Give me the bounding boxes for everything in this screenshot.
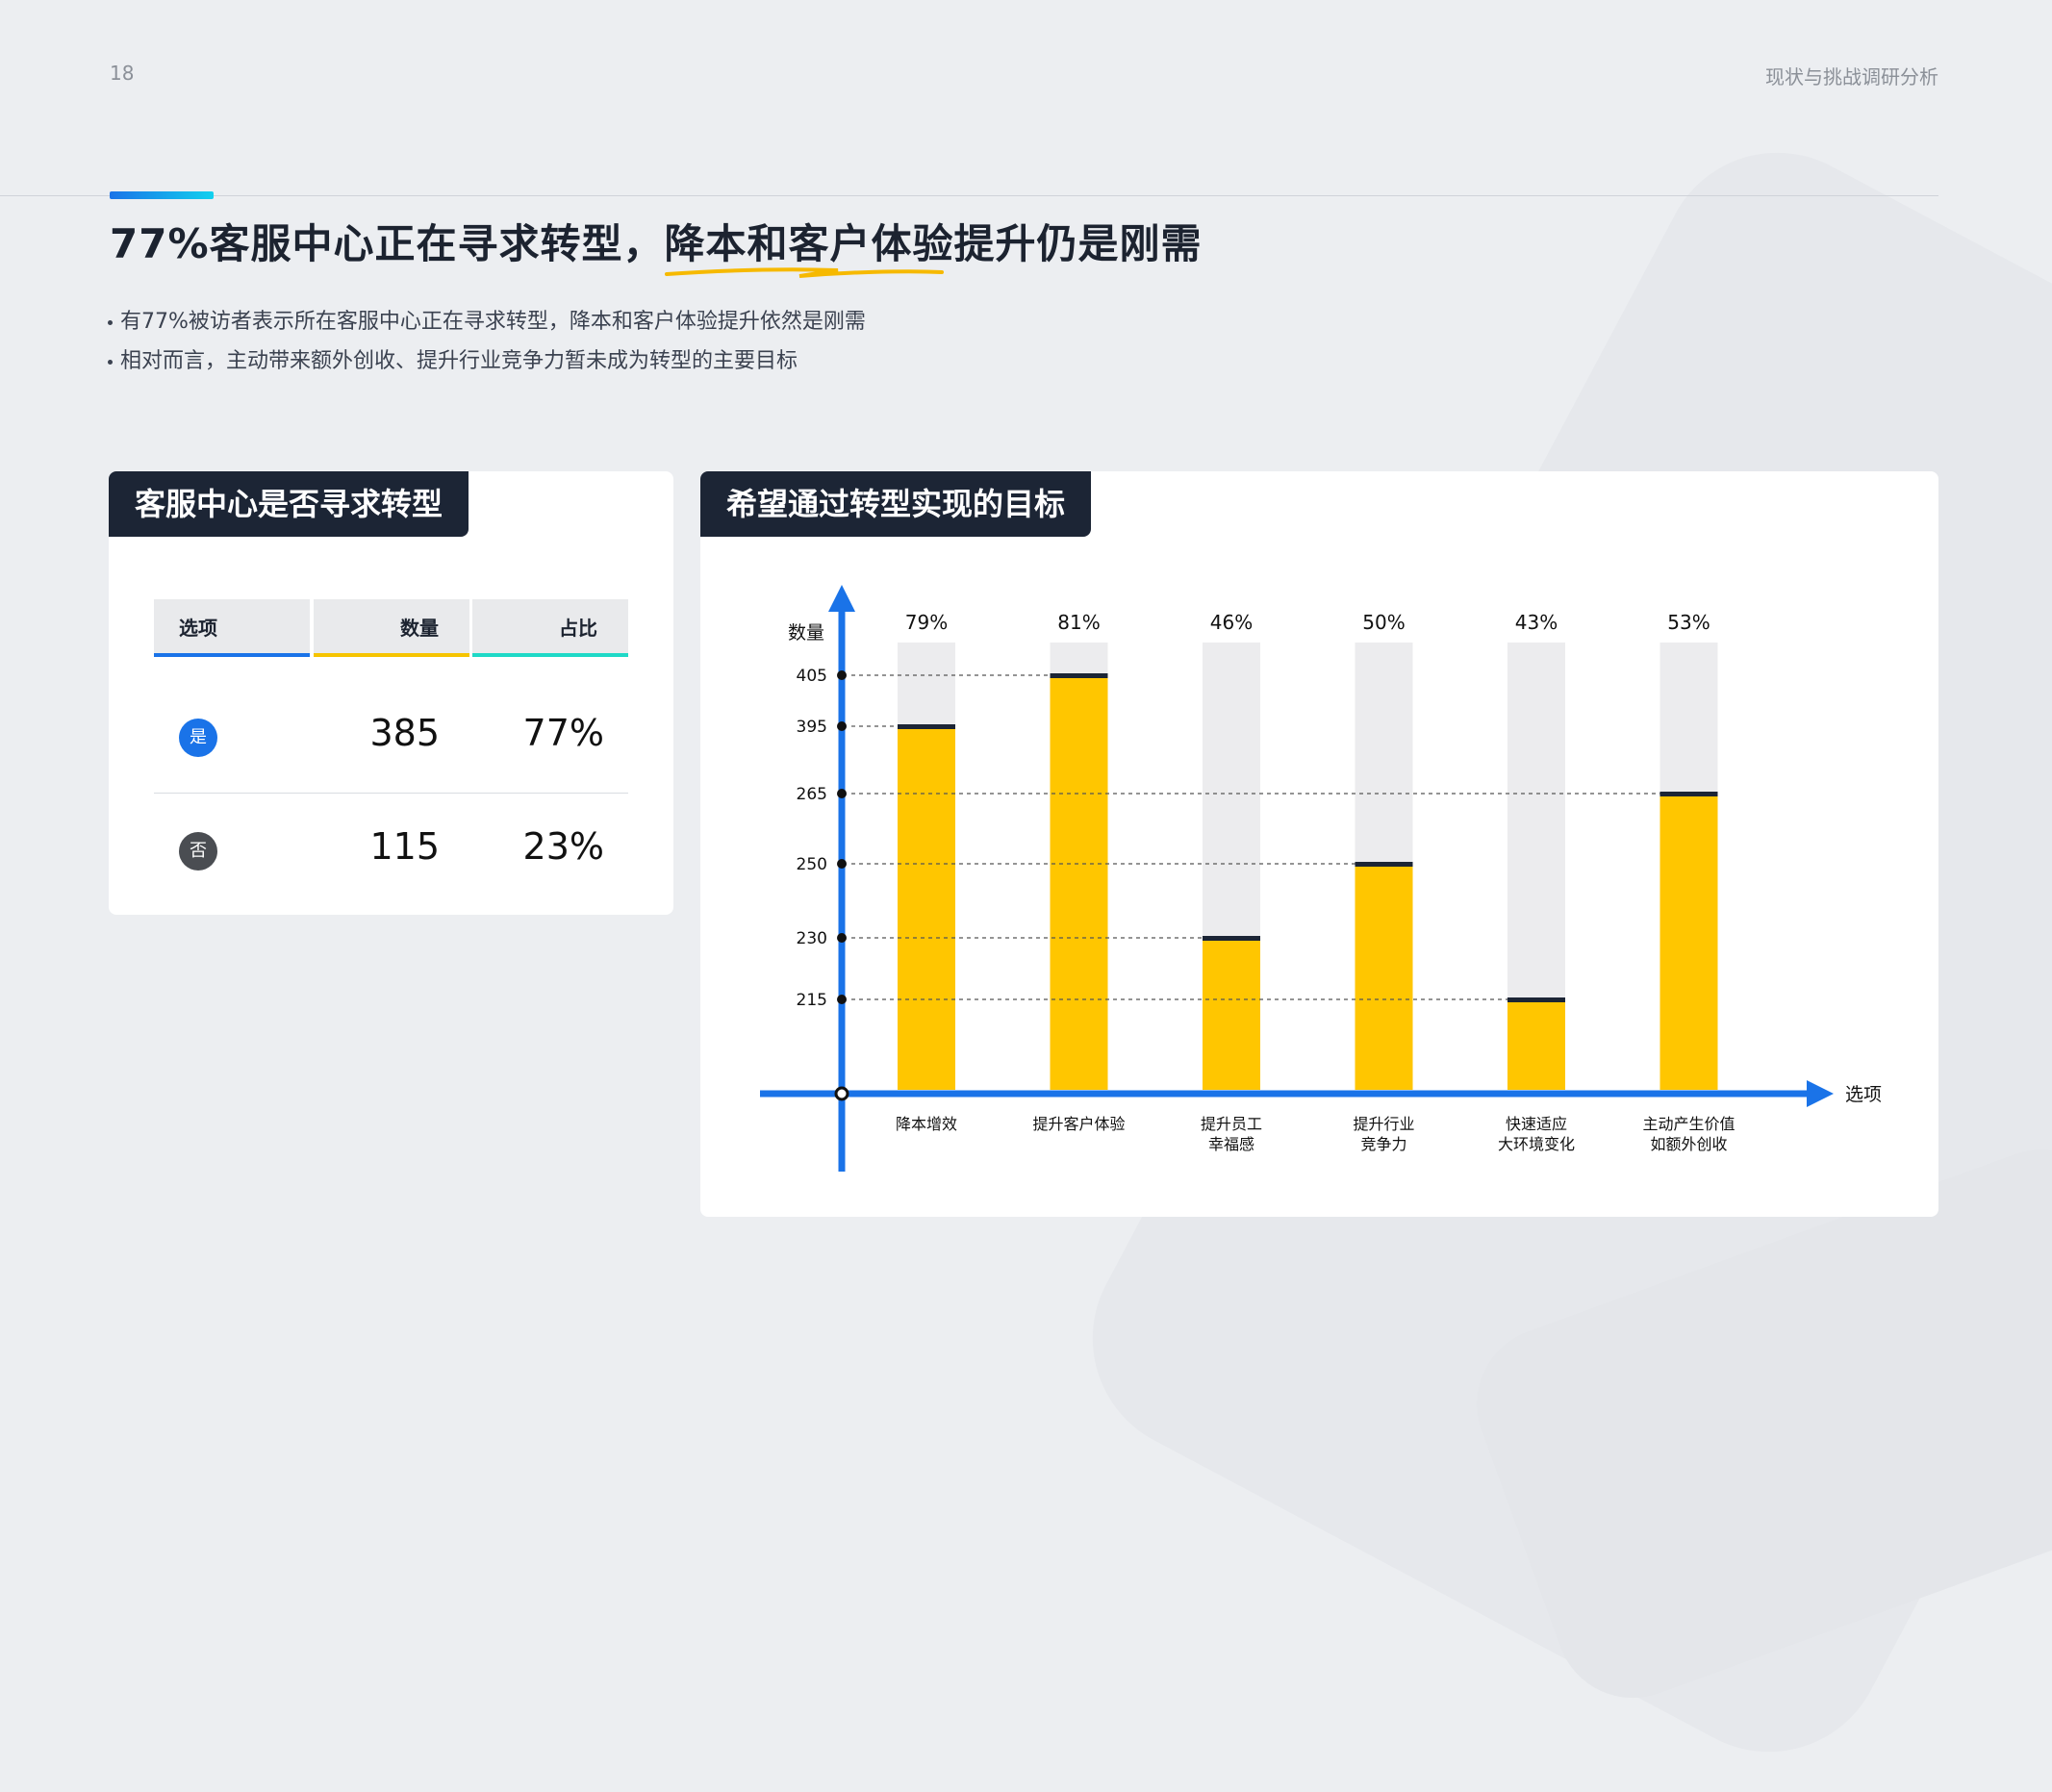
bullet-item: 有77%被访者表示所在客服中心正在寻求转型，降本和客户体验提升依然是刚需 <box>108 302 866 341</box>
category-label: 如额外创收 <box>1650 1135 1727 1153</box>
page-title-part1: 77%客服中心正在寻求转型， <box>110 220 665 267</box>
y-tick-dot <box>837 721 847 731</box>
bar <box>1355 864 1413 1090</box>
bar-percent-label: 81% <box>1057 611 1100 634</box>
table-header-option: 选项 <box>154 599 310 657</box>
y-tick-label: 215 <box>797 991 827 1010</box>
page-number: 18 <box>110 62 135 85</box>
y-tick-dot <box>837 859 847 869</box>
x-axis-arrow <box>1807 1080 1834 1107</box>
y-tick-label: 405 <box>797 667 827 686</box>
y-tick-dot <box>837 995 847 1004</box>
category-label: 提升行业 <box>1353 1115 1414 1133</box>
y-tick-label: 395 <box>797 718 827 737</box>
transformation-table-card: 客服中心是否寻求转型 选项 数量 占比 是 385 77% 否 115 23% <box>109 471 673 915</box>
bar <box>898 726 955 1090</box>
percent-value: 77% <box>522 712 604 754</box>
goals-chart-card: 希望通过转型实现的目标 数量 选项 79% 降本增效 81% 提升客户体验 46% 提升员工幸… <box>700 471 1938 1217</box>
bar-cap <box>898 724 955 729</box>
bar-percent-label: 46% <box>1210 611 1253 634</box>
category-label: 竞争力 <box>1360 1135 1406 1153</box>
option-badge-no: 否 <box>179 832 217 871</box>
y-tick-label: 265 <box>797 785 827 804</box>
goals-bar-chart: 数量选项 79% 降本增效 81% 提升客户体验 46% 提升员工幸福感 50% 提升行业竞争力… <box>760 585 1882 1172</box>
bar <box>1507 999 1565 1090</box>
table-header-percent: 占比 <box>472 599 628 657</box>
highlight-underline <box>664 267 944 278</box>
bar-cap <box>1050 673 1108 678</box>
header-underline <box>154 653 310 657</box>
page-title: 77%客服中心正在寻求转型，降本和客户体验提升仍是刚需 <box>110 212 1203 278</box>
row-divider <box>154 793 628 794</box>
title-accent-bar <box>110 191 214 199</box>
y-axis-label: 数量 <box>788 622 824 644</box>
category-label: 幸福感 <box>1208 1135 1254 1153</box>
x-axis-label: 选项 <box>1845 1084 1882 1105</box>
header-underline <box>314 653 469 657</box>
bar-cap <box>1659 792 1718 796</box>
category-label: 提升客户体验 <box>1032 1115 1125 1133</box>
bar <box>1203 938 1260 1090</box>
y-tick-dot <box>837 789 847 798</box>
bar-cap <box>1203 936 1260 941</box>
page-title-part2: 降本和客户体验提升仍是刚需 <box>664 220 1203 267</box>
category-label: 提升员工 <box>1201 1115 1262 1133</box>
bar-percent-label: 53% <box>1667 611 1710 634</box>
bullet-list: 有77%被访者表示所在客服中心正在寻求转型，降本和客户体验提升依然是刚需 相对而… <box>108 302 866 381</box>
card-title: 客服中心是否寻求转型 <box>109 471 469 537</box>
bar-cap <box>1507 997 1565 1002</box>
bar <box>1050 675 1108 1090</box>
y-tick-dot <box>837 933 847 943</box>
bar-percent-label: 79% <box>905 611 948 634</box>
bullet-text: 有77%被访者表示所在客服中心正在寻求转型，降本和客户体验提升依然是刚需 <box>120 310 866 334</box>
bullet-dot <box>108 319 113 325</box>
category-label: 快速适应 <box>1506 1115 1567 1133</box>
category-label: 大环境变化 <box>1498 1135 1575 1153</box>
table-header-count: 数量 <box>314 599 469 657</box>
origin-dot <box>834 1086 849 1101</box>
y-axis-arrow <box>828 585 855 612</box>
count-value: 385 <box>369 712 440 754</box>
bullet-dot <box>108 359 113 365</box>
header-divider <box>0 195 1938 196</box>
y-tick-dot <box>837 670 847 680</box>
bar-percent-label: 50% <box>1362 611 1405 634</box>
bar <box>1659 794 1718 1090</box>
option-badge-yes: 是 <box>179 719 217 757</box>
y-tick-label: 250 <box>797 855 827 874</box>
page-title-highlight: 降本和客户体验提升仍是刚需 <box>664 212 1203 278</box>
table-header-label: 数量 <box>400 617 439 640</box>
table-header-label: 选项 <box>179 617 217 640</box>
count-value: 115 <box>369 825 440 868</box>
header-underline <box>472 653 628 657</box>
y-tick-label: 230 <box>797 929 827 948</box>
category-label: 主动产生价值 <box>1642 1115 1735 1133</box>
table-header-label: 占比 <box>559 617 597 640</box>
category-label: 降本增效 <box>896 1115 957 1133</box>
bullet-text: 相对而言，主动带来额外创收、提升行业竞争力暂未成为转型的主要目标 <box>120 349 798 373</box>
bullet-item: 相对而言，主动带来额外创收、提升行业竞争力暂未成为转型的主要目标 <box>108 341 866 381</box>
bar-percent-label: 43% <box>1515 611 1558 634</box>
bar-cap <box>1355 862 1413 867</box>
percent-value: 23% <box>522 825 604 868</box>
section-label: 现状与挑战调研分析 <box>1765 65 1938 88</box>
